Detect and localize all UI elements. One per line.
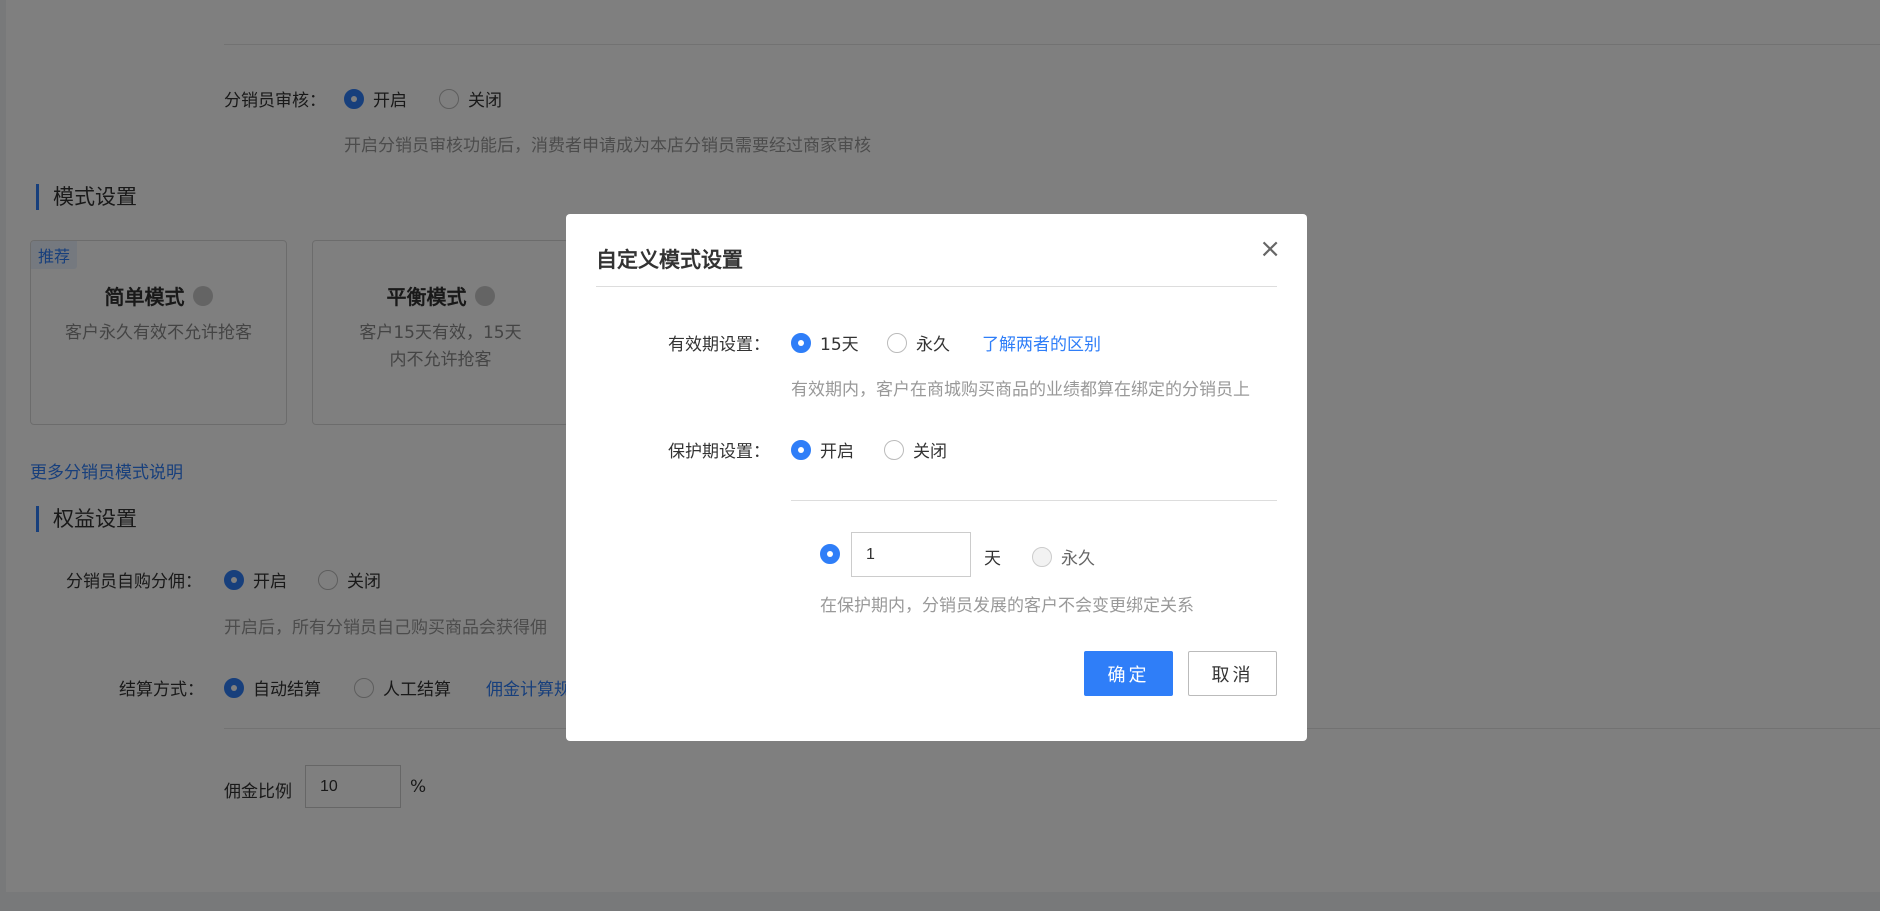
validity-label: 有效期设置：: [668, 335, 770, 355]
radio-label: 永久: [1061, 549, 1095, 569]
radio-label: 开启: [820, 442, 854, 462]
protection-days-radio[interactable]: [820, 544, 840, 564]
close-icon[interactable]: ×: [1259, 236, 1281, 262]
custom-mode-dialog: 自定义模式设置 × 有效期设置： 15天 永久 了解两者的区别 有效期内，客户在…: [566, 214, 1307, 741]
radio-unchecked-icon: [884, 439, 904, 460]
protection-on-radio[interactable]: 开启: [791, 437, 854, 462]
learn-difference-link[interactable]: 了解两者的区别: [982, 330, 1101, 355]
protection-hint: 在保护期内，分销员发展的客户不会变更绑定关系: [820, 596, 1194, 616]
protection-label: 保护期设置：: [668, 442, 770, 462]
radio-checked-icon: [791, 439, 811, 460]
validity-15days-radio[interactable]: 15天: [791, 330, 859, 355]
cancel-button[interactable]: 取消: [1188, 651, 1277, 696]
radio-checked-icon: [791, 332, 811, 353]
protection-forever-radio[interactable]: 永久: [1032, 544, 1095, 569]
protection-days-input[interactable]: 1: [851, 532, 971, 577]
radio-label: 关闭: [913, 442, 947, 462]
protection-off-radio[interactable]: 关闭: [884, 437, 947, 462]
dialog-title: 自定义模式设置: [596, 248, 743, 272]
validity-hint: 有效期内，客户在商城购买商品的业绩都算在绑定的分销员上: [791, 380, 1250, 400]
confirm-button[interactable]: 确定: [1084, 651, 1173, 696]
radio-checked-icon: [820, 544, 840, 564]
radio-disabled-icon: [1032, 546, 1052, 567]
dialog-divider: [596, 286, 1277, 287]
protection-divider: [791, 500, 1277, 501]
radio-unchecked-icon: [887, 332, 907, 353]
validity-forever-radio[interactable]: 永久: [887, 330, 950, 355]
radio-label: 永久: [916, 335, 950, 355]
radio-label: 15天: [820, 335, 859, 355]
days-unit: 天: [984, 549, 1001, 569]
